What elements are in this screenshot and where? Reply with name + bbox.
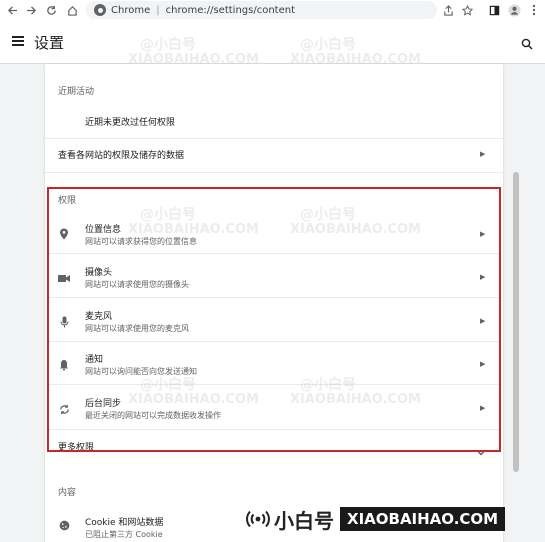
cookie-setting-subtitle: 已阻止第三方 Cookie: [85, 530, 163, 539]
cookie-setting-title[interactable]: Cookie 和网站数据: [85, 515, 163, 528]
url-text: chrome://settings/content: [165, 4, 295, 16]
home-icon[interactable]: [63, 1, 81, 19]
site-data-link[interactable]: 查看各网站的权限及储存的数据: [58, 148, 184, 161]
chevron-right-icon: ▶: [480, 150, 486, 158]
divider: [45, 172, 503, 173]
search-icon[interactable]: [521, 35, 533, 50]
cookie-icon: [58, 519, 70, 531]
recent-activity-label: 近期活动: [58, 87, 95, 97]
watermark-logo-en: XIAOBAIHAO.COM: [340, 507, 506, 531]
content-section-label: 内容: [58, 488, 77, 498]
menu-kebab-icon[interactable]: [526, 2, 542, 18]
back-icon[interactable]: [3, 1, 21, 19]
watermark-logo-cn: 小白号: [274, 508, 334, 533]
profile-avatar-icon[interactable]: [506, 2, 522, 18]
reload-icon[interactable]: [42, 1, 60, 19]
scrollbar-thumb[interactable]: [513, 172, 519, 472]
broadcast-icon: [246, 510, 270, 528]
share-icon[interactable]: [440, 2, 456, 18]
recent-activity-empty: 近期未更改过任何权限: [85, 118, 176, 128]
watermark-logo: 小白号 XIAOBAIHAO.COM: [246, 503, 506, 535]
url-separator: |: [156, 4, 160, 16]
page-title: 设置: [34, 34, 65, 52]
bookmark-star-icon[interactable]: [459, 2, 475, 18]
chrome-site-icon: [94, 4, 106, 16]
sidebar-icon[interactable]: [486, 2, 502, 18]
chrome-label: Chrome: [111, 4, 151, 16]
browser-toolbar: Chrome | chrome://settings/content: [0, 0, 545, 20]
permissions-highlight-box: [47, 187, 501, 452]
scrollbar[interactable]: [513, 64, 519, 542]
divider: [45, 138, 503, 139]
address-bar[interactable]: Chrome | chrome://settings/content: [86, 1, 437, 19]
settings-header: 设置: [0, 20, 545, 64]
hamburger-menu-icon[interactable]: [12, 36, 24, 46]
forward-icon[interactable]: [22, 1, 40, 19]
